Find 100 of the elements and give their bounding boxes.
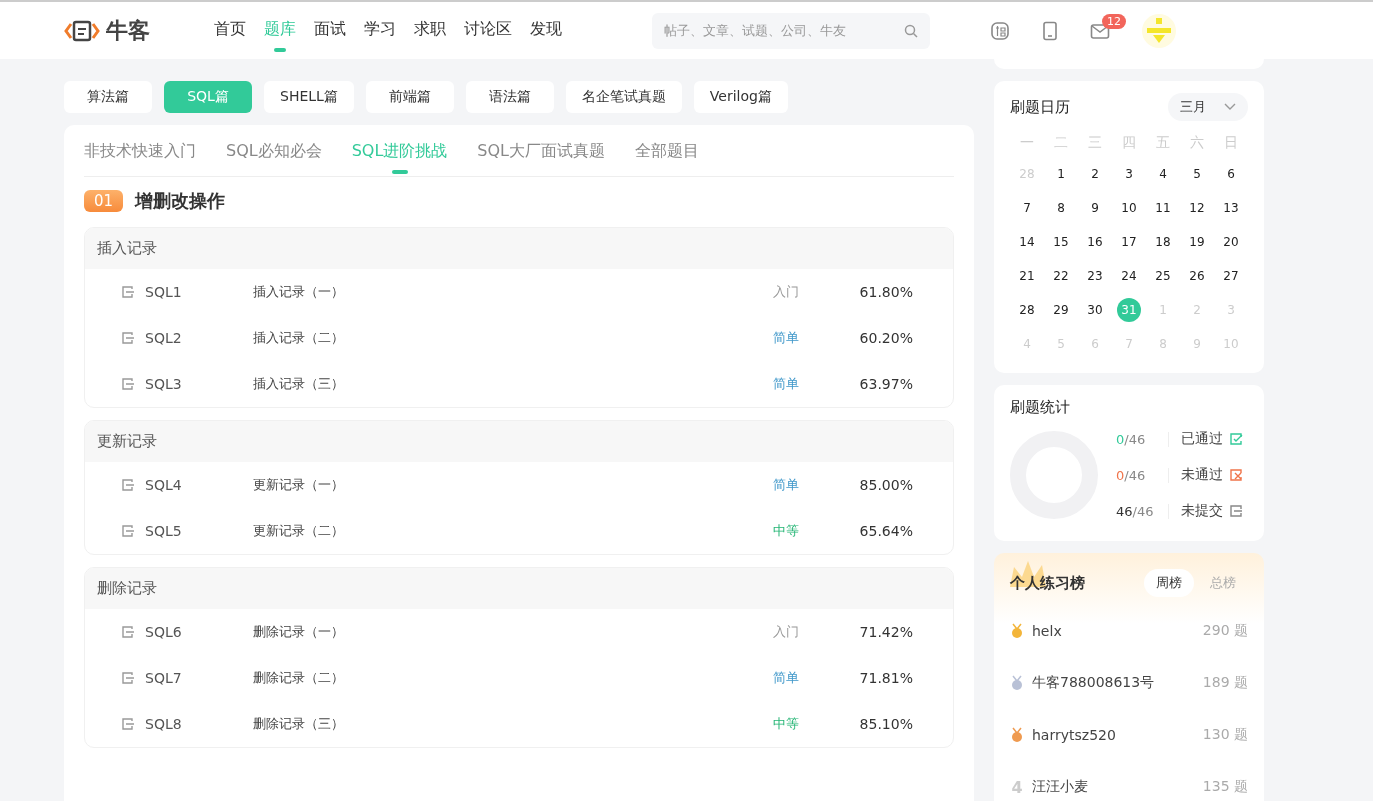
cross-icon [1229, 468, 1243, 482]
question-title[interactable]: 删除记录（三） [253, 715, 773, 733]
question-title[interactable]: 删除记录（一） [253, 623, 773, 641]
calendar-title: 刷题日历 [1010, 97, 1070, 117]
calendar-day[interactable]: 29 [1049, 298, 1073, 322]
nav-link[interactable]: 讨论区 [464, 9, 512, 52]
calendar-day[interactable]: 27 [1219, 264, 1243, 288]
medal-icon [1010, 727, 1024, 743]
calendar-day[interactable]: 24 [1117, 264, 1141, 288]
section-title: 增删改操作 [135, 189, 226, 213]
question-title[interactable]: 更新记录（二） [253, 522, 773, 540]
stat-count: 46/46 [1116, 503, 1169, 519]
nav-link[interactable]: 发现 [530, 9, 562, 52]
document-icon [1229, 504, 1243, 518]
pass-rate: 60.20% [858, 330, 913, 346]
calendar-day[interactable]: 18 [1151, 230, 1175, 254]
user-name[interactable]: helx [1032, 623, 1062, 639]
question-id[interactable]: SQL4 [145, 477, 253, 493]
calendar-day[interactable]: 20 [1219, 230, 1243, 254]
pass-rate: 71.81% [858, 670, 913, 686]
difficulty-label: 入门 [773, 283, 800, 301]
category-tab[interactable]: 算法篇 [64, 81, 152, 113]
document-icon [121, 285, 135, 299]
question-id[interactable]: SQL7 [145, 670, 253, 686]
calendar-day[interactable]: 21 [1015, 264, 1039, 288]
medal-icon [1010, 623, 1024, 639]
question-title[interactable]: 更新记录（一） [253, 476, 773, 494]
question-title[interactable]: 插入记录（一） [253, 283, 773, 301]
calendar-day[interactable]: 13 [1219, 196, 1243, 220]
calendar-day[interactable]: 12 [1185, 196, 1209, 220]
calendar-day[interactable]: 6 [1219, 162, 1243, 186]
question-id[interactable]: SQL3 [145, 376, 253, 392]
subtab[interactable]: SQL大厂面试真题 [477, 141, 605, 174]
mail-icon[interactable] [1090, 21, 1110, 40]
calendar-day[interactable]: 7 [1015, 196, 1039, 220]
calendar-day[interactable]: 15 [1049, 230, 1073, 254]
difficulty-label: 中等 [773, 522, 800, 540]
month-dropdown[interactable]: 三月 [1168, 93, 1248, 121]
calendar-day[interactable]: 22 [1049, 264, 1073, 288]
document-icon [121, 717, 135, 731]
calendar-day[interactable]: 14 [1015, 230, 1039, 254]
calendar-day[interactable]: 23 [1083, 264, 1107, 288]
calendar-day[interactable]: 1 [1049, 162, 1073, 186]
nav-link[interactable]: 首页 [214, 9, 246, 52]
calendar-day[interactable]: 10 [1117, 196, 1141, 220]
section-number: 01 [84, 190, 124, 212]
calendar-day[interactable]: 26 [1185, 264, 1209, 288]
phone-icon[interactable] [1042, 20, 1058, 41]
question-id[interactable]: SQL6 [145, 624, 253, 640]
category-tab[interactable]: 名企笔试真题 [565, 81, 682, 113]
ranking-tab[interactable]: 周榜 [1144, 569, 1194, 597]
nav-link[interactable]: 学习 [364, 9, 396, 52]
logo-text[interactable]: 牛客 [106, 15, 150, 46]
calendar-day[interactable]: 19 [1185, 230, 1209, 254]
notification-badge: 12 [1102, 13, 1126, 29]
group-title: 删除记录 [97, 579, 157, 597]
question-title[interactable]: 删除记录（二） [253, 669, 773, 687]
question-title[interactable]: 插入记录（二） [253, 329, 773, 347]
calendar-day[interactable]: 25 [1151, 264, 1175, 288]
solved-count: 189 题 [1202, 674, 1248, 692]
calendar-day[interactable]: 28 [1015, 298, 1039, 322]
question-title[interactable]: 插入记录（三） [253, 375, 773, 393]
subtab[interactable]: 全部题目 [635, 141, 699, 174]
calendar-day[interactable]: 9 [1083, 196, 1107, 220]
calendar-day[interactable]: 30 [1083, 298, 1107, 322]
chevron-down-icon [1224, 103, 1236, 111]
question-id[interactable]: SQL8 [145, 716, 253, 732]
calendar-day[interactable]: 17 [1117, 230, 1141, 254]
category-tab[interactable]: Verilog篇 [693, 81, 788, 113]
user-name[interactable]: 汪汪小麦 [1032, 778, 1088, 796]
question-id[interactable]: SQL1 [145, 284, 253, 300]
subtab[interactable]: SQL必知必会 [226, 141, 322, 174]
stat-label: 未提交 [1181, 502, 1223, 520]
user-name[interactable]: 牛客788008613号 [1032, 674, 1155, 692]
calendar-day[interactable]: 3 [1117, 162, 1141, 186]
nav-link[interactable]: 求职 [414, 9, 446, 52]
category-tab[interactable]: 前端篇 [365, 81, 454, 113]
nav-link[interactable]: 面试 [314, 9, 346, 52]
question-id[interactable]: SQL2 [145, 330, 253, 346]
search-field[interactable]: 帖子、文章、试题、公司、牛友 [652, 12, 930, 49]
pass-rate: 63.97% [858, 376, 913, 392]
badge-icon[interactable] [990, 20, 1010, 41]
subtab[interactable]: 非技术快速入门 [84, 141, 196, 174]
difficulty-label: 入门 [773, 623, 800, 641]
question-id[interactable]: SQL5 [145, 523, 253, 539]
solved-count: 130 题 [1202, 726, 1248, 744]
calendar-day[interactable]: 8 [1049, 196, 1073, 220]
category-tab[interactable]: 语法篇 [465, 81, 554, 113]
calendar-day[interactable]: 11 [1151, 196, 1175, 220]
calendar-day[interactable]: 2 [1083, 162, 1107, 186]
calendar-day[interactable]: 4 [1151, 162, 1175, 186]
category-tab[interactable]: SHELL篇 [264, 81, 354, 113]
solved-count: 135 题 [1202, 778, 1248, 796]
stat-label: 未通过 [1181, 466, 1223, 484]
search-icon[interactable] [904, 23, 918, 38]
difficulty-label: 中等 [773, 715, 800, 733]
pass-rate: 61.80% [858, 284, 913, 300]
calendar-day[interactable]: 5 [1185, 162, 1209, 186]
user-name[interactable]: harrytsz520 [1032, 727, 1116, 743]
calendar-day[interactable]: 16 [1083, 230, 1107, 254]
